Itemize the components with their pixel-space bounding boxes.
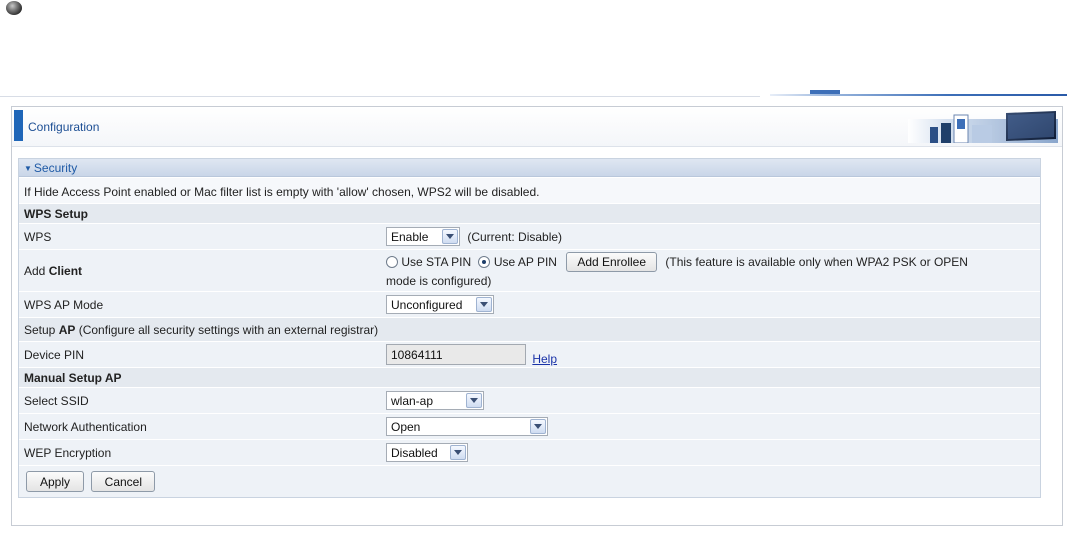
security-panel-header[interactable]: ▼ Security [19,159,1040,177]
top-divider [0,96,760,97]
header-decoration-icon [908,111,1058,143]
add-client-note: (This feature is available only when WPA… [665,255,968,269]
select-ssid-label: Select SSID [24,394,89,408]
wps-row: WPS Enable (Current: Disable) [19,223,1040,249]
panel-title: Security [33,161,78,175]
add-client-note-continued: mode is configured) [386,274,492,288]
device-pin-row: Device PIN 10864111 Help [19,341,1040,367]
wps-setup-section: WPS Setup [19,203,1040,223]
wep-encryption-row: WEP Encryption Disabled [19,439,1040,465]
wep-encryption-select[interactable]: Disabled [386,443,468,462]
wps-setup-heading: WPS Setup [24,207,89,221]
page-title: Configuration [28,120,100,134]
config-frame: Configuration ▼ Security If Hide Access … [11,106,1063,526]
wps-ap-mode-label: WPS AP Mode [24,298,104,312]
collapse-arrow-icon: ▼ [24,164,32,173]
network-auth-row: Network Authentication Open [19,413,1040,439]
network-auth-select[interactable]: Open [386,417,548,436]
use-ap-pin-option[interactable]: Use AP PIN [478,255,557,269]
security-panel: ▼ Security If Hide Access Point enabled o… [18,158,1041,498]
select-ssid-row: Select SSID wlan-ap [19,387,1040,413]
wps-select[interactable]: Enable [386,227,460,246]
add-enrollee-button[interactable]: Add Enrollee [566,252,658,272]
network-auth-label: Network Authentication [24,420,147,434]
top-divider-accent [770,94,1067,96]
wps-label: WPS [24,230,52,244]
chevron-down-icon [466,393,482,408]
device-pin-label: Device PIN [24,348,85,362]
bullet-icon [6,1,22,15]
chevron-down-icon [450,445,466,460]
radio-ap-pin[interactable] [478,256,491,268]
header-accent-bar [14,110,23,141]
action-bar: Apply Cancel [19,465,1040,497]
config-header: Configuration [12,107,1062,147]
device-pin-field: 10864111 [386,344,526,365]
use-sta-pin-option[interactable]: Use STA PIN [386,255,471,269]
chevron-down-icon [476,297,492,312]
cancel-button[interactable]: Cancel [91,471,156,492]
chevron-down-icon [442,229,458,244]
wps-current-status: (Current: Disable) [467,229,563,244]
setup-ap-section: Setup AP (Configure all security setting… [19,317,1040,341]
radio-sta-pin[interactable] [386,256,398,268]
manual-setup-heading: Manual Setup AP [24,371,122,385]
wep-encryption-label: WEP Encryption [24,446,112,460]
wps-ap-mode-row: WPS AP Mode Unconfigured [19,291,1040,317]
notice-row: If Hide Access Point enabled or Mac filt… [19,177,1040,203]
add-client-label: Add Client [24,264,83,278]
wps-ap-mode-select[interactable]: Unconfigured [386,295,494,314]
add-client-row: Add Client Use STA PIN Use AP PIN Add En… [19,249,1040,291]
manual-setup-section: Manual Setup AP [19,367,1040,387]
help-link[interactable]: Help [532,352,557,366]
ssid-select[interactable]: wlan-ap [386,391,484,410]
setup-ap-heading: Setup AP (Configure all security setting… [24,323,379,337]
apply-button[interactable]: Apply [26,471,84,492]
chevron-down-icon [530,419,546,434]
wps-notice: If Hide Access Point enabled or Mac filt… [24,185,540,199]
